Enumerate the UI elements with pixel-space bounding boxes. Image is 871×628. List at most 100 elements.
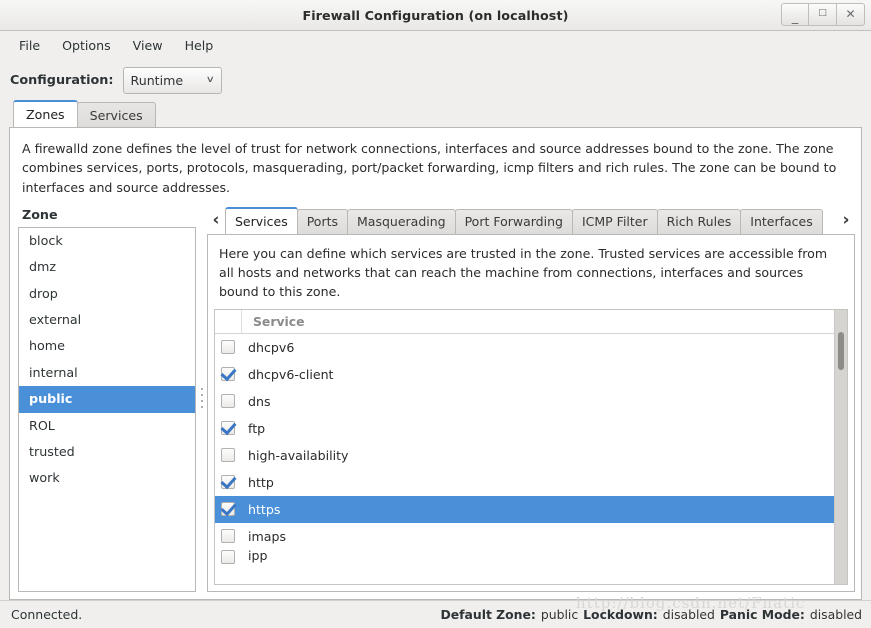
service-checkbox[interactable] [221, 421, 235, 436]
tab-port-forwarding[interactable]: Port Forwarding [454, 208, 573, 234]
lockdown-value: disabled [662, 607, 715, 622]
service-name: dhcpv6-client [248, 366, 334, 382]
services-table-body: dhcpv6 dhcpv6-client dns ftp high-availa… [215, 334, 847, 584]
default-zone-value: public [540, 607, 579, 622]
list-item[interactable]: drop [19, 281, 195, 307]
status-indicators: Default Zone: public Lockdown: disabled … [440, 607, 862, 622]
services-description: Here you can define which services are t… [219, 245, 828, 300]
tab-zones[interactable]: Zones [13, 100, 78, 127]
table-row[interactable]: dhcpv6 [215, 334, 847, 361]
firewall-configuration-window: Firewall Configuration (on localhost) _ … [0, 0, 871, 628]
service-name: ftp [248, 420, 266, 436]
services-table: Service dhcpv6 dhcpv6-client dns ftp hig… [214, 308, 848, 585]
tab-rich-rules-label: Rich Rules [666, 214, 732, 230]
pane-splitter[interactable] [196, 205, 207, 592]
service-checkbox[interactable] [221, 367, 235, 382]
zone-list[interactable]: block dmz drop external home internal pu… [18, 226, 196, 592]
service-name: ipp [248, 549, 268, 563]
services-table-header: Service [215, 309, 847, 334]
list-item[interactable]: internal [19, 360, 195, 386]
lockdown-label: Lockdown: [583, 607, 658, 622]
services-scrollbar-thumb[interactable] [838, 331, 844, 370]
table-row-selected[interactable]: https [215, 495, 847, 523]
default-zone-label: Default Zone: [440, 607, 536, 622]
tab-masquerading-label: Masquerading [357, 214, 446, 230]
minimize-button[interactable]: _ [781, 3, 809, 26]
list-item[interactable]: ROL [19, 413, 195, 439]
tab-services-label: Services [235, 213, 288, 229]
table-row[interactable]: dhcpv6-client [215, 361, 847, 388]
service-name: dhcpv6 [248, 339, 295, 355]
zone-detail-pane: ‹ Services Ports Masquerading Port Forwa… [207, 205, 855, 592]
header-service-column: Service [253, 313, 305, 329]
tab-icmp-filter[interactable]: ICMP Filter [571, 208, 658, 234]
service-name: http [248, 474, 274, 490]
title-bar: Firewall Configuration (on localhost) _ … [0, 0, 871, 31]
tab-services[interactable]: Services [225, 206, 298, 234]
services-scrollbar[interactable] [834, 309, 847, 584]
tab-services-outer-label: Services [89, 107, 143, 123]
tab-services-outer[interactable]: Services [76, 102, 156, 127]
configuration-select[interactable]: Runtime ∨ [122, 66, 222, 94]
service-checkbox[interactable] [221, 549, 235, 564]
tab-icmp-filter-label: ICMP Filter [581, 214, 648, 230]
close-button[interactable]: ✕ [837, 3, 865, 26]
main-notebook: Zones Services A firewalld zone defines … [9, 100, 862, 600]
menu-options[interactable]: Options [51, 35, 122, 56]
service-checkbox[interactable] [221, 475, 235, 490]
service-checkbox[interactable] [221, 340, 235, 355]
service-checkbox[interactable] [221, 529, 235, 544]
close-icon: ✕ [845, 6, 856, 21]
chevron-down-icon: ∨ [205, 75, 215, 85]
tab-rich-rules[interactable]: Rich Rules [656, 208, 742, 234]
zone-list-header: Zone [22, 206, 58, 222]
service-name: dns [248, 393, 271, 409]
menu-view[interactable]: View [122, 35, 174, 56]
header-checkbox-column [215, 309, 242, 333]
list-item-selected[interactable]: public [19, 386, 195, 413]
tab-zones-label: Zones [26, 107, 65, 122]
menu-bar: File Options View Help [0, 31, 871, 60]
service-checkbox[interactable] [221, 448, 235, 463]
list-item[interactable]: home [19, 333, 195, 359]
list-item[interactable]: dmz [19, 254, 195, 280]
zone-description: A firewalld zone defines the level of tr… [22, 141, 837, 195]
tab-ports[interactable]: Ports [296, 208, 349, 234]
maximize-button[interactable]: □ [809, 3, 837, 26]
service-checkbox[interactable] [221, 502, 235, 517]
list-item[interactable]: trusted [19, 439, 195, 465]
tab-masquerading[interactable]: Masquerading [347, 208, 456, 234]
tab-scroll-right-icon[interactable]: › [837, 207, 855, 234]
panic-mode-label: Panic Mode: [719, 607, 805, 622]
status-bar: Connected. http://blog.csdn.net/Fnatic D… [0, 594, 871, 628]
table-row[interactable]: ipp [215, 549, 847, 564]
tab-interfaces[interactable]: Interfaces [740, 208, 823, 234]
menu-help[interactable]: Help [174, 35, 225, 56]
tab-port-forwarding-label: Port Forwarding [464, 214, 563, 230]
table-row[interactable]: imaps [215, 523, 847, 550]
maximize-icon: □ [818, 8, 827, 18]
list-item[interactable]: work [19, 465, 195, 491]
minimize-icon: _ [791, 10, 799, 25]
menu-file[interactable]: File [8, 35, 51, 56]
tab-ports-label: Ports [306, 214, 339, 230]
table-row[interactable]: high-availability [215, 442, 847, 469]
table-row[interactable]: dns [215, 388, 847, 415]
zone-pane: Zone block dmz drop external home intern… [16, 205, 196, 592]
list-item[interactable]: external [19, 307, 195, 333]
service-checkbox[interactable] [221, 394, 235, 409]
tab-scroll-left-icon[interactable]: ‹ [207, 207, 225, 234]
inner-tab-strip: Services Ports Masquerading Port Forward… [225, 206, 837, 234]
list-item[interactable]: block [19, 228, 195, 254]
service-name: high-availability [248, 447, 349, 463]
inner-tab-row: ‹ Services Ports Masquerading Port Forwa… [207, 205, 855, 234]
configuration-label: Configuration: [10, 72, 114, 88]
outer-tab-strip: Zones Services [9, 100, 862, 127]
table-row[interactable]: ftp [215, 415, 847, 442]
configuration-row: Configuration: Runtime ∨ [0, 60, 871, 100]
window-title: Firewall Configuration (on localhost) [302, 7, 569, 23]
service-name: imaps [248, 528, 287, 544]
tab-interfaces-label: Interfaces [750, 214, 813, 230]
zones-tab-panel: A firewalld zone defines the level of tr… [9, 127, 862, 600]
table-row[interactable]: http [215, 469, 847, 496]
